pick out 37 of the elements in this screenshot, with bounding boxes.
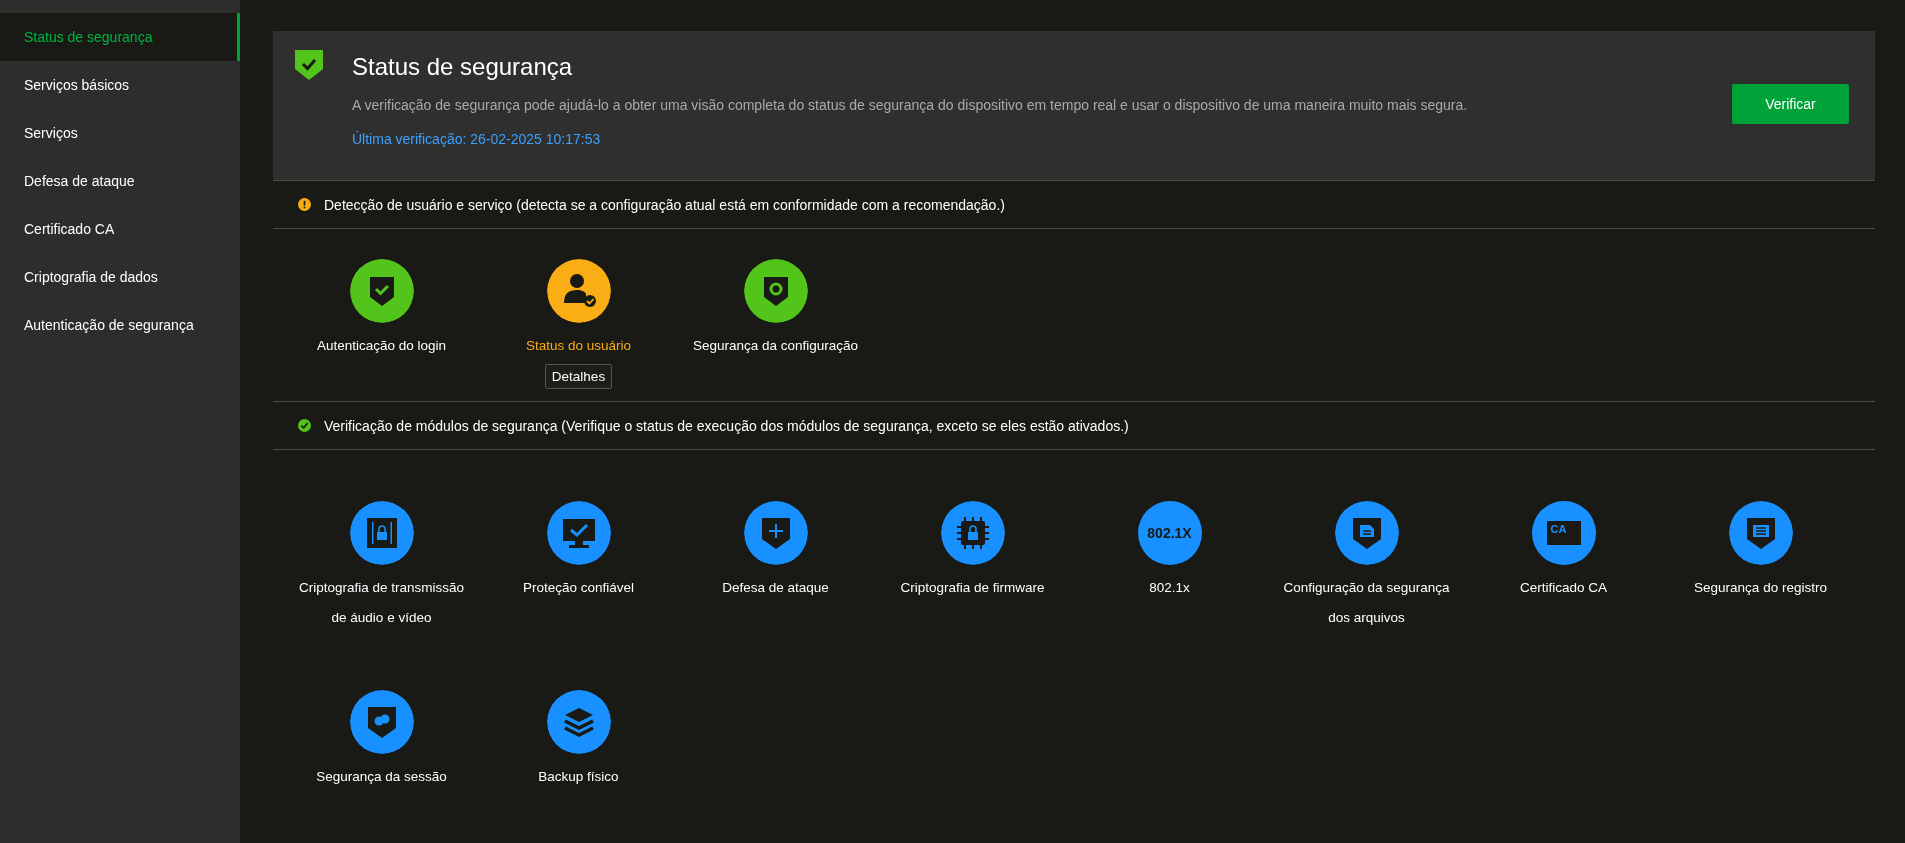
- page-title: Status de segurança: [352, 53, 574, 81]
- monitor-check-icon: [546, 501, 611, 565]
- sidebar-item[interactable]: Autenticação de segurança: [0, 301, 240, 349]
- module-label: Criptografia de firmware: [899, 579, 1046, 597]
- sidebar-item[interactable]: Criptografia de dados: [0, 253, 240, 301]
- module-label: Segurança da sessão: [315, 768, 448, 786]
- module-label: Criptografia de transmissão de áudio e vídeo: [297, 579, 466, 627]
- layers-icon: [546, 690, 611, 754]
- shield-check-icon: [295, 50, 323, 80]
- module-label: Configuração da segurança dos arquivos: [1282, 579, 1451, 627]
- module-icon: 802.1X: [1137, 501, 1202, 565]
- sidebar-item[interactable]: Serviços básicos: [0, 61, 240, 109]
- sidebar-item[interactable]: Status de segurança: [0, 13, 240, 61]
- section-heading: Detecção de usuário e serviço (detecta se a configuração atual está em conformidade com a recomendação.): [324, 196, 1005, 213]
- check-label: Segurança da configuração: [691, 337, 860, 355]
- sidebar-item[interactable]: Serviços: [0, 109, 240, 157]
- module-label: 802.1x: [1148, 579, 1191, 597]
- check-label: Autenticação do login: [315, 337, 448, 355]
- last-check-text: Última verificação: 26-02-2025 10:17:53: [352, 131, 602, 147]
- check-label: Status do usuário: [524, 337, 633, 355]
- lock-frame-icon: [349, 501, 414, 565]
- certificate-icon: CA: [1531, 501, 1596, 565]
- shield-document-icon: [1334, 501, 1399, 565]
- shield-plus-icon: [743, 501, 808, 565]
- sidebar-item[interactable]: Defesa de ataque: [0, 157, 240, 205]
- chip-lock-icon: [940, 501, 1005, 565]
- module-label: Certificado CA: [1518, 579, 1608, 597]
- shield-list-icon: [1728, 501, 1793, 565]
- section-heading: Verificação de módulos de segurança (Verifique o status de execução dos módulos de segurança, exceto se eles estão ativados.): [324, 417, 1129, 434]
- shield-chat-icon: [349, 690, 414, 754]
- sidebar-item[interactable]: Certificado CA: [0, 205, 240, 253]
- module-label: Segurança do registro: [1693, 579, 1828, 597]
- module-label: Defesa de ataque: [721, 579, 830, 597]
- module-label: Backup físico: [537, 768, 620, 786]
- description-text: A verificação de segurança pode ajudá-lo a obter uma visão completa do status de segurança do dispositivo em tempo real e usar o dispositivo de uma maneira muito mais segura.: [352, 97, 1469, 113]
- details-button[interactable]: Detalhes: [544, 364, 613, 389]
- module-label: Proteção confiável: [521, 579, 636, 597]
